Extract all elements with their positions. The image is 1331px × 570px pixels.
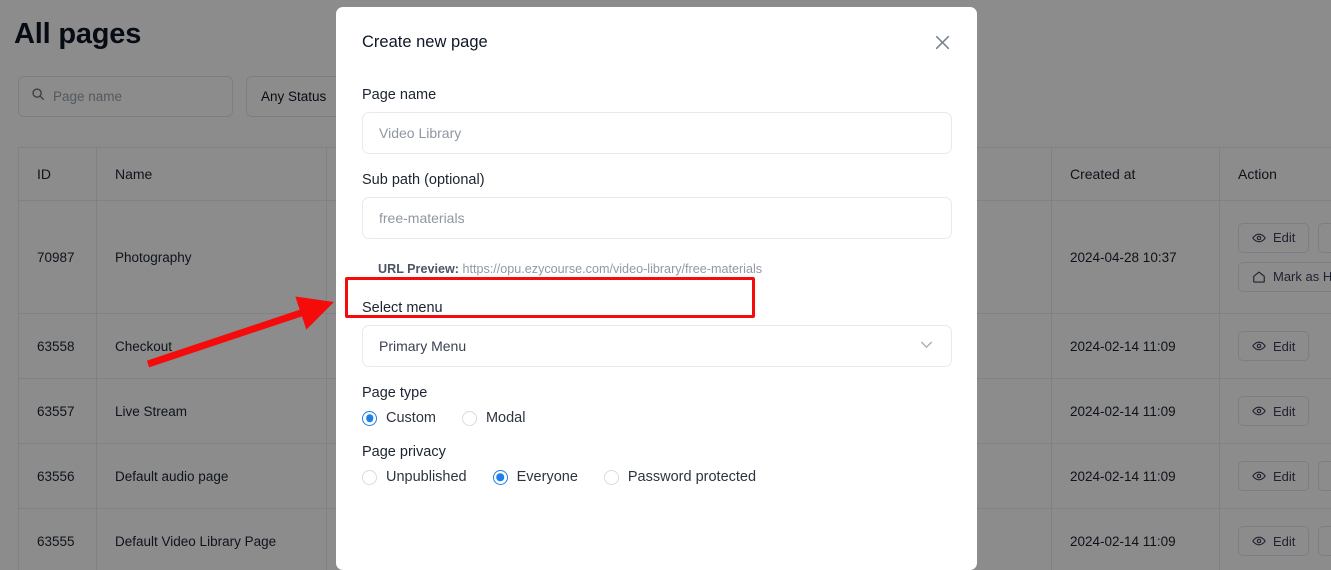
radio-privacy-everyone[interactable]: Everyone <box>492 469 578 485</box>
sub-path-field-group: Sub path (optional) free-materials <box>362 172 952 239</box>
radio-label: Password protected <box>627 469 757 485</box>
radio-label: Unpublished <box>386 469 467 485</box>
sub-path-input[interactable]: free-materials <box>362 197 952 239</box>
modal-body: Page name Video Library Sub path (option… <box>336 73 977 485</box>
sub-path-label: Sub path (optional) <box>362 172 485 188</box>
url-preview-label: URL Preview: <box>378 262 459 276</box>
select-menu-value: Primary Menu <box>379 338 467 354</box>
radio-dot-selected <box>362 410 377 426</box>
url-preview-value: https://opu.ezycourse.com/video-library/… <box>462 262 763 276</box>
select-menu-dropdown[interactable]: Primary Menu <box>362 325 952 367</box>
create-new-page-modal: Create new page Page name Video Library … <box>336 7 977 570</box>
radio-privacy-password-protected[interactable]: Password protected <box>603 469 757 485</box>
radio-dot <box>603 469 619 485</box>
page-type-field-group: Page type Custom Modal <box>362 385 951 426</box>
sub-path-placeholder: free-materials <box>379 210 465 226</box>
page-name-placeholder: Video Library <box>379 125 462 141</box>
url-preview: URL Preview: https://opu.ezycourse.com/v… <box>362 252 952 286</box>
page-privacy-field-group: Page privacy Unpublished Everyone Passwo… <box>362 444 951 485</box>
page-name-input[interactable]: Video Library <box>362 112 952 154</box>
page-privacy-label: Page privacy <box>362 444 446 460</box>
page-name-field-group: Page name Video Library <box>362 87 952 154</box>
page-privacy-radio-group: Unpublished Everyone Password protected <box>362 469 951 485</box>
radio-dot <box>362 469 377 485</box>
close-icon[interactable] <box>929 29 955 55</box>
modal-title: Create new page <box>362 33 488 51</box>
chevron-down-icon <box>918 336 935 356</box>
radio-dot-selected <box>492 469 508 485</box>
radio-dot <box>461 410 477 426</box>
page-name-label: Page name <box>362 87 437 103</box>
radio-privacy-unpublished[interactable]: Unpublished <box>362 469 467 485</box>
modal-header: Create new page <box>336 7 977 73</box>
radio-label: Modal <box>485 410 526 426</box>
page-type-radio-group: Custom Modal <box>362 410 951 426</box>
radio-label: Custom <box>386 410 436 426</box>
radio-page-type-modal[interactable]: Modal <box>461 410 526 426</box>
radio-page-type-custom[interactable]: Custom <box>362 410 436 426</box>
select-menu-field-group: Select menu Primary Menu <box>362 300 952 367</box>
page-type-label: Page type <box>362 385 428 401</box>
select-menu-label: Select menu <box>362 300 443 316</box>
radio-label: Everyone <box>516 469 578 485</box>
